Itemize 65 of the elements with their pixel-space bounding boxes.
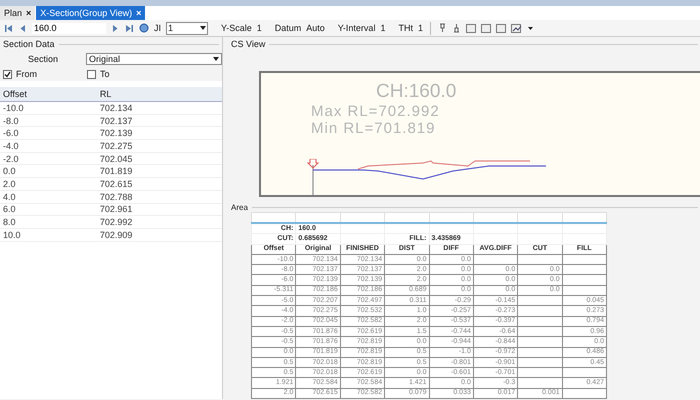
table-cell: 702.045 — [96, 152, 222, 165]
setting-label: THt — [398, 23, 413, 33]
setting-label: Datum — [274, 23, 302, 33]
table-cell: 8.0 — [0, 216, 97, 228]
column-header[interactable]: RL — [96, 87, 222, 102]
chainage-text: CH:160.0 — [376, 81, 458, 103]
table-cell: 0.0 — [0, 164, 97, 178]
last-icon[interactable] — [125, 24, 134, 32]
section-label: Section — [28, 54, 58, 64]
table-cell: 702.992 — [96, 216, 222, 228]
ji-dropdown[interactable]: 1 — [166, 22, 208, 34]
chainage-field[interactable]: 160.0 — [32, 22, 106, 34]
next-icon[interactable] — [111, 24, 120, 32]
table-cell: -4.0 — [0, 140, 97, 152]
frame-icon[interactable] — [480, 24, 491, 32]
checkbox-label: From — [16, 69, 37, 79]
close-icon[interactable]: × — [26, 8, 32, 18]
pin-icon[interactable] — [452, 23, 461, 33]
table-cell: -2.0 — [0, 152, 97, 165]
checkbox[interactable] — [87, 70, 96, 78]
table-cell: 702.615 — [96, 178, 222, 190]
section-dropdown[interactable]: Original — [86, 53, 222, 65]
caret-icon[interactable] — [528, 26, 533, 30]
table-cell: 702.275 — [96, 140, 222, 152]
first-icon[interactable] — [4, 24, 13, 32]
checkbox[interactable] — [3, 70, 12, 78]
table-cell: 701.819 — [96, 164, 222, 178]
chart-icon[interactable] — [510, 24, 523, 32]
column-header[interactable]: Offset — [0, 87, 97, 102]
checkbox-label: To — [100, 69, 110, 79]
setting-value[interactable]: 1 — [418, 23, 423, 33]
frame-icon[interactable] — [466, 24, 476, 32]
table-cell: 702.788 — [96, 190, 222, 203]
close-icon[interactable]: × — [136, 8, 142, 18]
setting-value[interactable]: 1 — [256, 23, 262, 33]
pin-icon[interactable] — [438, 23, 447, 33]
panel-title: CS View — [231, 39, 266, 49]
previous-icon[interactable] — [18, 24, 27, 32]
circle-icon[interactable] — [139, 23, 149, 33]
tab[interactable]: X-Section(Group View) × — [36, 6, 146, 20]
panel-title: Area — [231, 203, 248, 212]
max-rl-text: Max RL=702.992 — [311, 103, 441, 120]
setting-label: Y-Scale — [221, 23, 252, 33]
tab[interactable]: Plan × — [0, 6, 36, 20]
table-cell: 702.909 — [96, 228, 222, 242]
caret-icon[interactable] — [200, 26, 206, 30]
table-cell: 10.0 — [0, 228, 97, 242]
min-rl-text: Min RL=701.819 — [311, 120, 436, 137]
ji-label: JI — [154, 23, 162, 33]
table-cell: -10.0 — [0, 102, 97, 114]
table-cell: 2.0 — [0, 178, 97, 190]
setting-label: Y-Interval — [338, 23, 376, 33]
table-cell: 6.0 — [0, 203, 97, 216]
caret-icon[interactable] — [213, 57, 219, 61]
setting-value[interactable]: 1 — [380, 23, 386, 33]
frame-icon[interactable] — [496, 24, 506, 32]
setting-value[interactable]: Auto — [306, 23, 325, 33]
table-cell: 702.137 — [96, 114, 222, 127]
table-cell: 702.139 — [96, 126, 222, 140]
table-cell: 4.0 — [0, 190, 97, 203]
panel-title: Section Data — [3, 39, 55, 49]
table-cell: -8.0 — [0, 114, 97, 127]
table-cell: -6.0 — [0, 126, 97, 140]
table-cell: 702.961 — [96, 203, 222, 216]
table-cell: 702.134 — [96, 102, 222, 114]
